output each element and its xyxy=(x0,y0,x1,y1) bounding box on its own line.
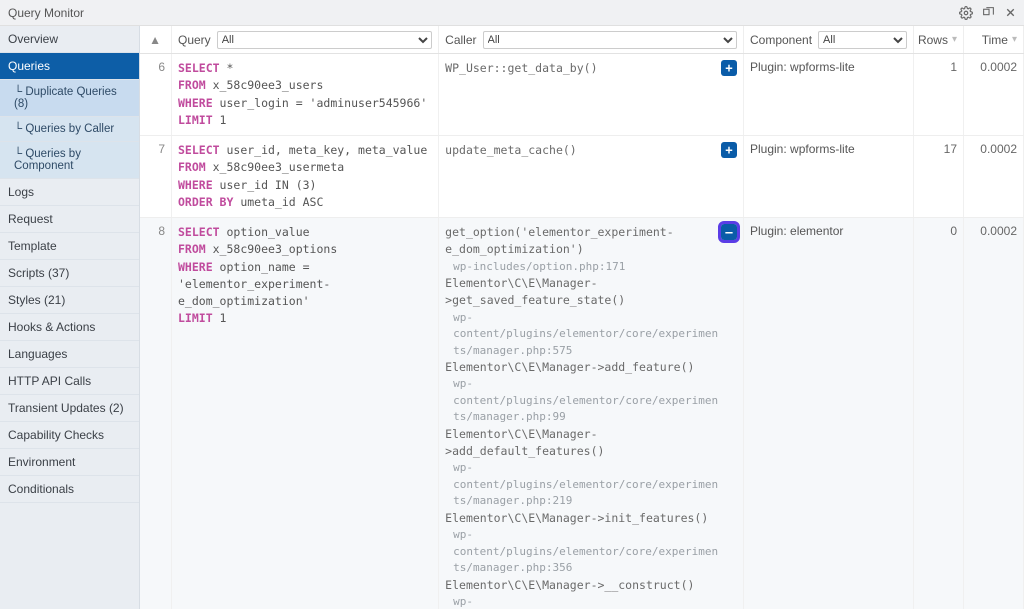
table-body: 6SELECT *FROM x_58c90ee3_usersWHERE user… xyxy=(140,54,1024,609)
sidebar-item[interactable]: Queries xyxy=(0,53,139,80)
app-title: Query Monitor xyxy=(8,6,84,20)
sidebar: OverviewQueries└ Duplicate Queries (8)└ … xyxy=(0,26,140,609)
time-cell: 0.0002 xyxy=(964,136,1024,217)
table-header: ▲ Query All Caller All Component All Row… xyxy=(140,26,1024,54)
sidebar-item[interactable]: Environment xyxy=(0,449,139,476)
query-cell: SELECT user_id, meta_key, meta_valueFROM… xyxy=(172,136,439,217)
sidebar-item[interactable]: Template xyxy=(0,233,139,260)
sidebar-item[interactable]: HTTP API Calls xyxy=(0,368,139,395)
gear-icon[interactable] xyxy=(958,5,974,21)
sidebar-item[interactable]: Overview xyxy=(0,26,139,53)
main-panel: ▲ Query All Caller All Component All Row… xyxy=(140,26,1024,609)
component-cell: Plugin: wpforms-lite xyxy=(744,136,914,217)
time-cell: 0.0002 xyxy=(964,54,1024,135)
component-cell: Plugin: elementor xyxy=(744,218,914,609)
col-time[interactable]: Time▾ xyxy=(964,26,1024,53)
sidebar-item[interactable]: Scripts (37) xyxy=(0,260,139,287)
col-index[interactable]: ▲ xyxy=(140,26,172,53)
sort-asc-icon: ▲ xyxy=(149,33,161,47)
sidebar-item[interactable]: Request xyxy=(0,206,139,233)
toggle-caller-button[interactable]: + xyxy=(721,142,737,158)
table-row: 6SELECT *FROM x_58c90ee3_usersWHERE user… xyxy=(140,54,1024,136)
col-caller: Caller All xyxy=(439,26,744,53)
time-cell: 0.0002 xyxy=(964,218,1024,609)
col-query: Query All xyxy=(172,26,439,53)
sidebar-item[interactable]: Transient Updates (2) xyxy=(0,395,139,422)
sidebar-item[interactable]: Logs xyxy=(0,179,139,206)
sidebar-item[interactable]: Conditionals xyxy=(0,476,139,503)
sidebar-item[interactable]: Capability Checks xyxy=(0,422,139,449)
rows-cell: 0 xyxy=(914,218,964,609)
titlebar: Query Monitor xyxy=(0,0,1024,26)
component-cell: Plugin: wpforms-lite xyxy=(744,54,914,135)
table-row: 8SELECT option_valueFROM x_58c90ee3_opti… xyxy=(140,218,1024,609)
sort-icon: ▾ xyxy=(952,34,957,45)
col-component: Component All xyxy=(744,26,914,53)
caller-cell: get_option('elementor_experiment-e_dom_o… xyxy=(439,218,744,609)
query-cell: SELECT option_valueFROM x_58c90ee3_optio… xyxy=(172,218,439,609)
sidebar-item[interactable]: Hooks & Actions xyxy=(0,314,139,341)
col-rows[interactable]: Rows▾ xyxy=(914,26,964,53)
rows-cell: 17 xyxy=(914,136,964,217)
sort-icon: ▾ xyxy=(1012,34,1017,45)
toggle-caller-button[interactable]: – xyxy=(721,224,737,240)
sidebar-item[interactable]: Styles (21) xyxy=(0,287,139,314)
caller-filter-select[interactable]: All xyxy=(483,31,737,49)
sidebar-item[interactable]: Languages xyxy=(0,341,139,368)
sidebar-sub-item[interactable]: └ Duplicate Queries (8) xyxy=(0,80,139,117)
rows-cell: 1 xyxy=(914,54,964,135)
sidebar-sub-item[interactable]: └ Queries by Caller xyxy=(0,117,139,142)
close-icon[interactable] xyxy=(1002,5,1018,21)
query-filter-select[interactable]: All xyxy=(217,31,432,49)
row-index: 8 xyxy=(140,218,172,609)
caller-cell: WP_User::get_data_by()+ xyxy=(439,54,744,135)
query-cell: SELECT *FROM x_58c90ee3_usersWHERE user_… xyxy=(172,54,439,135)
component-filter-select[interactable]: All xyxy=(818,31,907,49)
table-row: 7SELECT user_id, meta_key, meta_valueFRO… xyxy=(140,136,1024,218)
sidebar-sub-item[interactable]: └ Queries by Component xyxy=(0,142,139,179)
toggle-caller-button[interactable]: + xyxy=(721,60,737,76)
row-index: 7 xyxy=(140,136,172,217)
caller-cell: update_meta_cache()+ xyxy=(439,136,744,217)
maximize-icon[interactable] xyxy=(980,5,996,21)
